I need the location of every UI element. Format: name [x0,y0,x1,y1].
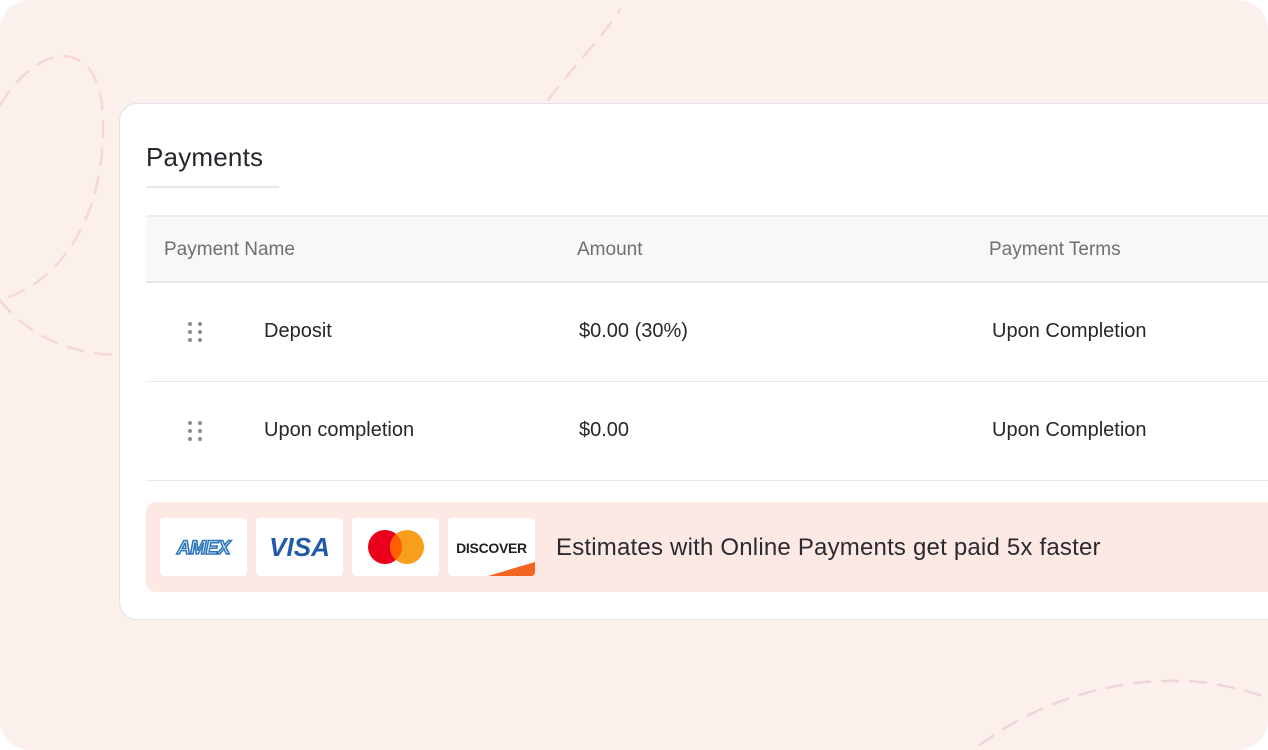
discover-logo-text: DISCOVER [456,540,527,556]
payment-terms-cell: Upon Completion [992,320,1147,342]
table-row[interactable]: Upon completion $0.00 Upon Completion [146,382,1268,481]
payment-name-cell: Deposit [264,320,332,342]
amount-cell: $0.00 (30%) [579,320,688,342]
discover-logo: DISCOVER [448,518,535,576]
column-header-payment-name: Payment Name [164,239,295,260]
visa-logo: VISA [256,518,343,576]
amount-cell: $0.00 [579,419,630,441]
promo-message: Estimates with Online Payments get paid … [556,534,1101,561]
payment-name-cell: Upon completion [264,419,415,441]
visa-logo-text: VISA [269,532,330,562]
payments-table: Payment Name Amount Payment Terms Deposi… [146,215,1268,481]
payment-terms-cell: Upon Completion [992,419,1147,441]
page-background: Payments Payment Name Amount Payment Ter… [0,0,1268,750]
amex-logo: AMEX [160,518,247,576]
drag-handle-icon[interactable] [186,320,204,344]
payments-card: Payments Payment Name Amount Payment Ter… [119,103,1268,620]
table-row[interactable]: Deposit $0.00 (30%) Upon Completion [146,283,1268,382]
mastercard-logo [352,518,439,576]
card-title: Payments [146,142,264,172]
online-payments-banner: AMEX VISA DISCOVER Estimates with Online… [146,502,1268,592]
table-header: Payment Name Amount Payment Terms [146,215,1268,283]
amex-logo-text: AMEX [176,538,232,559]
column-header-amount: Amount [577,239,643,260]
drag-handle-icon[interactable] [186,419,204,443]
title-underline [146,186,279,188]
column-header-payment-terms: Payment Terms [989,239,1121,260]
